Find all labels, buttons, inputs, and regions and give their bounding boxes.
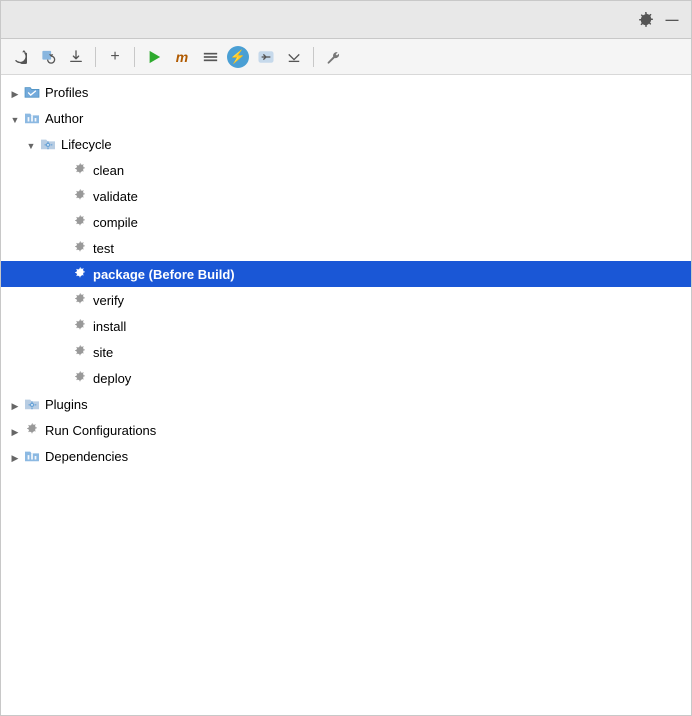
toggle-icon-compile bbox=[55, 215, 71, 230]
folder-bar-icon bbox=[23, 109, 41, 127]
download-button[interactable] bbox=[63, 44, 89, 70]
tree-item-author[interactable]: ▼ Author bbox=[1, 105, 691, 131]
tree-item-label: Plugins bbox=[45, 397, 88, 412]
tree-item-label: verify bbox=[93, 293, 124, 308]
tree-item-validate[interactable]: validate bbox=[1, 183, 691, 209]
refresh-button[interactable] bbox=[7, 44, 33, 70]
gear-icon bbox=[71, 291, 89, 309]
gear-icon bbox=[71, 161, 89, 179]
toggle-icon-lifecycle: ▼ bbox=[23, 137, 39, 152]
gear-icon bbox=[71, 187, 89, 205]
tree-item-dependencies[interactable]: ▶ Dependencies bbox=[1, 443, 691, 469]
run-button[interactable] bbox=[141, 44, 167, 70]
gear-icon bbox=[71, 343, 89, 361]
toggle-icon-install bbox=[55, 319, 71, 334]
toolbar: + m ⚡ bbox=[1, 39, 691, 75]
tree-item-compile[interactable]: compile bbox=[1, 209, 691, 235]
toggle-icon-deploy bbox=[55, 371, 71, 386]
reload-project-button[interactable] bbox=[35, 44, 61, 70]
folder-bar2-icon bbox=[23, 447, 41, 465]
folder-gear-icon bbox=[39, 135, 57, 153]
tree-item-profiles[interactable]: ▶ Profiles bbox=[1, 79, 691, 105]
gear-icon bbox=[71, 369, 89, 387]
tree-item-lifecycle[interactable]: ▼ Lifecycle bbox=[1, 131, 691, 157]
tree-item-clean[interactable]: clean bbox=[1, 157, 691, 183]
tree-item-label: Run Configurations bbox=[45, 423, 156, 438]
tree-item-deploy[interactable]: deploy bbox=[1, 365, 691, 391]
tree-item-label: install bbox=[93, 319, 126, 334]
wrench-button[interactable] bbox=[320, 44, 346, 70]
gear-icon bbox=[71, 317, 89, 335]
collapse-button[interactable] bbox=[281, 44, 307, 70]
maven-panel: — + bbox=[0, 0, 692, 716]
tree-item-label: Author bbox=[45, 111, 83, 126]
tree-item-label: clean bbox=[93, 163, 124, 178]
tree-view: ▶ Profiles▼ Author▼ Lifecycle clean vali… bbox=[1, 75, 691, 715]
toggle-icon-run-configs: ▶ bbox=[7, 423, 23, 438]
toggle-icon-plugins: ▶ bbox=[7, 397, 23, 412]
title-bar: — bbox=[1, 1, 691, 39]
tree-item-label: validate bbox=[93, 189, 138, 204]
tree-item-label: compile bbox=[93, 215, 138, 230]
gear-icon bbox=[71, 213, 89, 231]
add-button[interactable]: + bbox=[102, 44, 128, 70]
gear-icon bbox=[71, 265, 89, 283]
tree-item-label: site bbox=[93, 345, 113, 360]
tree-item-label: package (Before Build) bbox=[93, 267, 235, 282]
tree-item-run-configs[interactable]: ▶ Run Configurations bbox=[1, 417, 691, 443]
minimize-icon[interactable]: — bbox=[663, 11, 681, 29]
toggle-icon-profiles: ▶ bbox=[7, 85, 23, 100]
tree-item-label: Lifecycle bbox=[61, 137, 112, 152]
skip-tests-button[interactable] bbox=[253, 44, 279, 70]
separator-3 bbox=[313, 47, 314, 67]
tree-item-test[interactable]: test bbox=[1, 235, 691, 261]
toggle-offline-button[interactable] bbox=[197, 44, 223, 70]
tree-item-label: test bbox=[93, 241, 114, 256]
toggle-icon-package bbox=[55, 267, 71, 282]
toggle-icon-validate bbox=[55, 189, 71, 204]
gear-icon bbox=[23, 421, 41, 439]
maven-button[interactable]: m bbox=[169, 44, 195, 70]
toggle-icon-test bbox=[55, 241, 71, 256]
tree-item-label: Dependencies bbox=[45, 449, 128, 464]
separator-2 bbox=[134, 47, 135, 67]
lightning-button[interactable]: ⚡ bbox=[225, 44, 251, 70]
tree-item-verify[interactable]: verify bbox=[1, 287, 691, 313]
folder-gear-icon bbox=[23, 395, 41, 413]
title-bar-icons: — bbox=[637, 11, 681, 29]
tree-item-label: deploy bbox=[93, 371, 131, 386]
separator-1 bbox=[95, 47, 96, 67]
tree-item-plugins[interactable]: ▶ Plugins bbox=[1, 391, 691, 417]
toggle-icon-author: ▼ bbox=[7, 111, 23, 126]
toggle-icon-site bbox=[55, 345, 71, 360]
tree-item-label: Profiles bbox=[45, 85, 88, 100]
toggle-icon-clean bbox=[55, 163, 71, 178]
tree-item-install[interactable]: install bbox=[1, 313, 691, 339]
toggle-icon-verify bbox=[55, 293, 71, 308]
settings-icon[interactable] bbox=[637, 11, 655, 29]
tree-item-package[interactable]: package (Before Build) bbox=[1, 261, 691, 287]
tree-item-site[interactable]: site bbox=[1, 339, 691, 365]
gear-icon bbox=[71, 239, 89, 257]
folder-check-icon bbox=[23, 83, 41, 101]
toggle-icon-dependencies: ▶ bbox=[7, 449, 23, 464]
